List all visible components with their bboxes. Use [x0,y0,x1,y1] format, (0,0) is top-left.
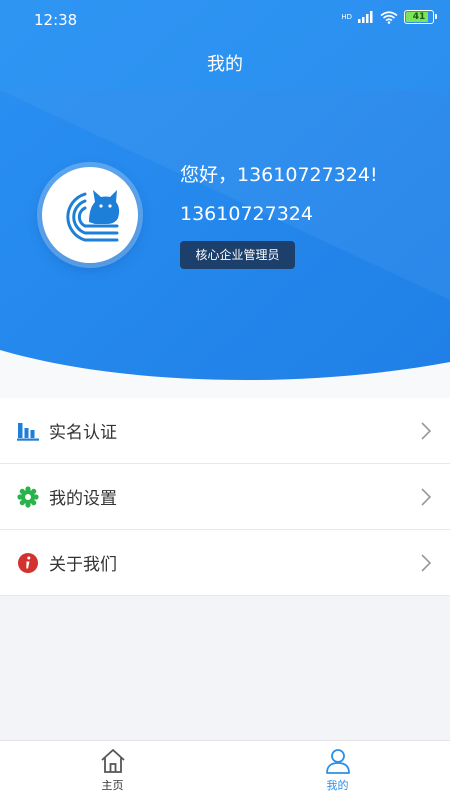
tab-label: 我的 [326,779,349,792]
wifi-icon [380,10,398,24]
avatar[interactable] [42,167,138,263]
phone-number: 13610727324 [180,203,313,225]
status-time: 12:38 [34,11,78,29]
tab-mine[interactable]: 我的 [225,741,450,800]
user-icon [324,747,352,775]
page-title: 我的 [207,54,243,75]
menu-item-label: 我的设置 [49,489,117,509]
role-badge: 核心企业管理员 [180,241,295,269]
greeting-text: 您好，13610727324! [180,164,378,186]
menu-item-about-us[interactable]: 关于我们 [0,530,450,596]
settings-menu: 实名认证 我的设置 关于我们 [0,398,450,596]
menu-item-real-name-auth[interactable]: 实名认证 [0,398,450,464]
battery-icon: 41 [404,10,437,24]
gear-icon [17,486,39,508]
bottom-tab-bar: 主页 我的 [0,740,450,800]
menu-item-label: 关于我们 [49,555,117,575]
info-icon [17,552,39,574]
chevron-right-icon [421,554,432,572]
status-bar: 12:38 HD 41 [0,0,450,40]
signal-icon [358,11,373,23]
home-icon [99,747,127,775]
tab-home[interactable]: 主页 [0,741,225,800]
menu-item-my-settings[interactable]: 我的设置 [0,464,450,530]
chevron-right-icon [421,488,432,506]
chevron-right-icon [421,422,432,440]
cat-logo-icon [66,190,120,242]
bar-chart-icon [17,420,39,442]
menu-item-label: 实名认证 [49,423,117,443]
network-label: HD [341,13,352,21]
battery-level: 41 [412,12,426,22]
tab-label: 主页 [101,779,124,792]
